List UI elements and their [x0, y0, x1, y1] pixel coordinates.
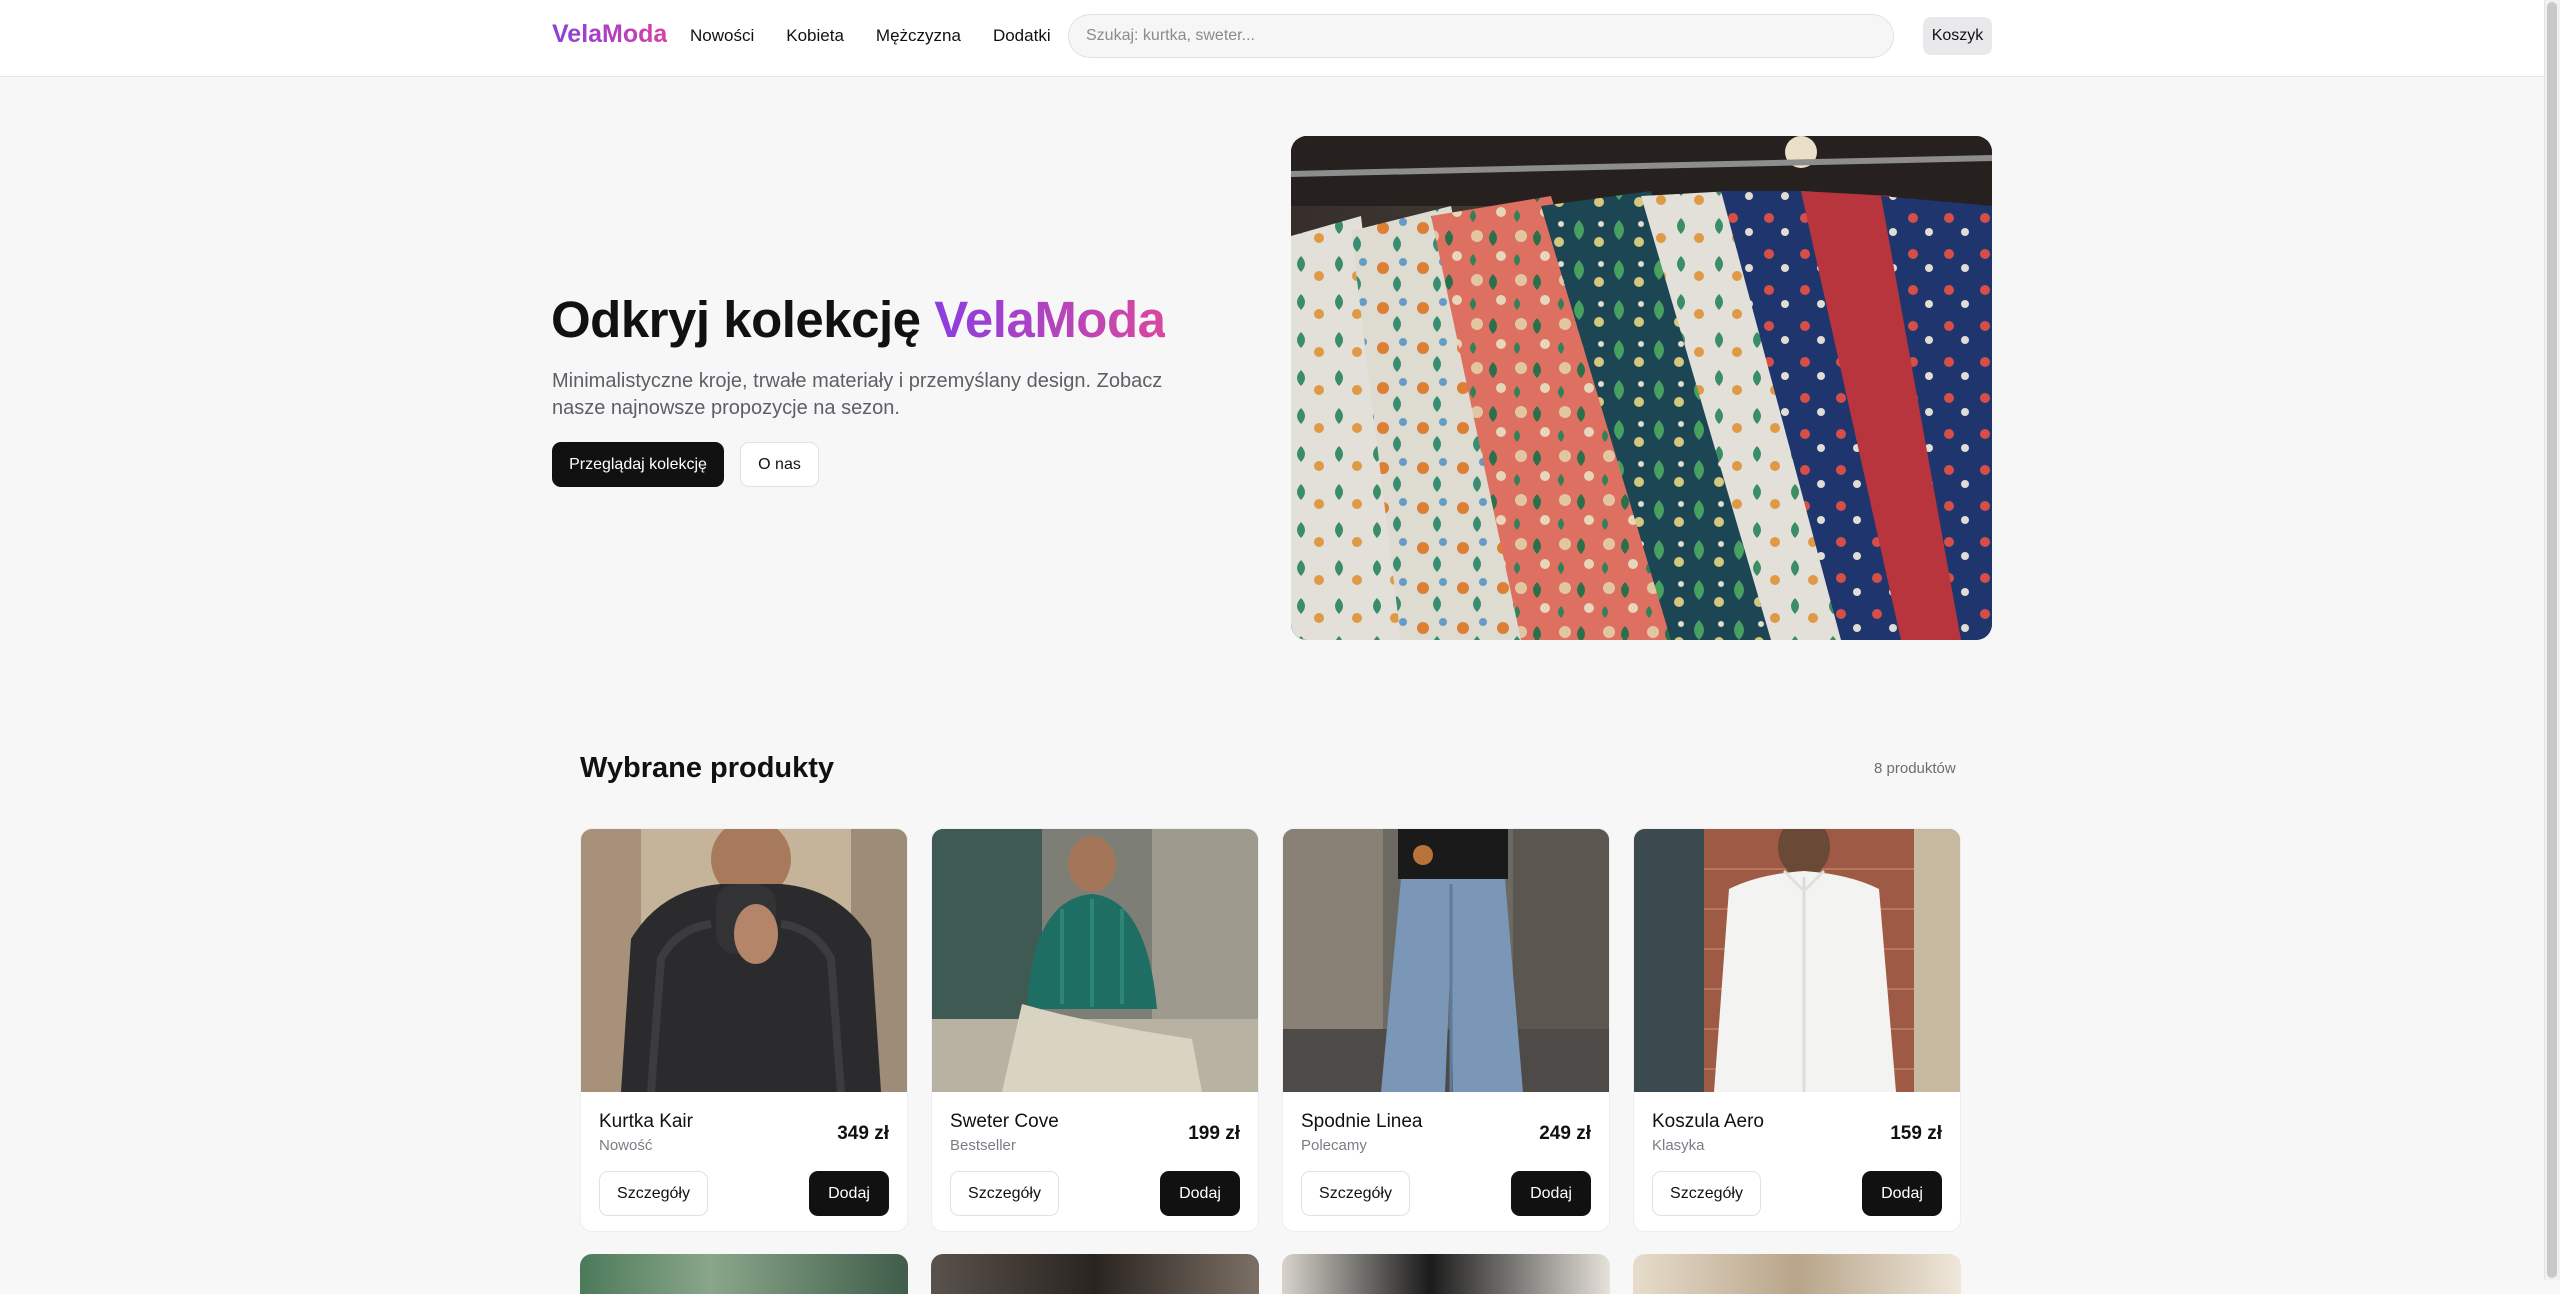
- add-to-cart-button[interactable]: Dodaj: [1511, 1171, 1591, 1216]
- product-card[interactable]: Spodnie Linea Polecamy 249 zł Szczegóły …: [1282, 828, 1610, 1232]
- product-tag: Bestseller: [950, 1137, 1016, 1154]
- scrollbar-thumb[interactable]: [2547, 2, 2557, 1278]
- section-title: Wybrane produkty: [580, 752, 835, 784]
- hero-title-prefix: Odkryj kolekcję: [551, 291, 935, 348]
- product-card[interactable]: Koszula Aero Klasyka 159 zł Szczegóły Do…: [1633, 828, 1961, 1232]
- details-button[interactable]: Szczegóły: [1301, 1171, 1410, 1216]
- product-card[interactable]: Kurtka Kair Nowość 349 zł Szczegóły Doda…: [580, 828, 908, 1232]
- browse-collection-button[interactable]: Przeglądaj kolekcję: [552, 442, 724, 487]
- product-price: 249 zł: [1539, 1123, 1591, 1144]
- product-tag: Klasyka: [1652, 1137, 1705, 1154]
- product-count: 8 produktów: [1874, 760, 1956, 777]
- product-tag: Polecamy: [1301, 1137, 1367, 1154]
- product-image-sweater[interactable]: [932, 829, 1258, 1092]
- product-card[interactable]: Sweter Cove Bestseller 199 zł Szczegóły …: [931, 828, 1259, 1232]
- product-image-jeans[interactable]: [1283, 829, 1609, 1092]
- main-nav: Nowości Kobieta Mężczyzna Dodatki: [690, 26, 1051, 46]
- cart-button[interactable]: Koszyk: [1923, 17, 1992, 55]
- details-button[interactable]: Szczegóły: [950, 1171, 1059, 1216]
- about-us-button[interactable]: O nas: [740, 442, 819, 487]
- nav-item-dodatki[interactable]: Dodatki: [993, 26, 1051, 46]
- add-to-cart-button[interactable]: Dodaj: [1160, 1171, 1240, 1216]
- product-name[interactable]: Kurtka Kair: [599, 1111, 693, 1133]
- details-button[interactable]: Szczegóły: [1652, 1171, 1761, 1216]
- page-scrollbar[interactable]: [2544, 0, 2560, 1280]
- product-image-jacket[interactable]: [581, 829, 907, 1093]
- hero-image-shirts-rack: [1291, 136, 1992, 640]
- product-price: 159 zł: [1890, 1123, 1942, 1144]
- nav-item-nowosci[interactable]: Nowości: [690, 26, 754, 46]
- details-button[interactable]: Szczegóły: [599, 1171, 708, 1216]
- brand-logo[interactable]: VelaModa: [552, 20, 667, 49]
- product-card-peek: [931, 1254, 1259, 1294]
- product-name[interactable]: Spodnie Linea: [1301, 1111, 1423, 1133]
- add-to-cart-button[interactable]: Dodaj: [1862, 1171, 1942, 1216]
- add-to-cart-button[interactable]: Dodaj: [809, 1171, 889, 1216]
- product-price: 199 zł: [1188, 1123, 1240, 1144]
- product-price: 349 zł: [837, 1123, 889, 1144]
- product-tag: Nowość: [599, 1137, 653, 1154]
- top-navigation-bar: VelaModa Nowości Kobieta Mężczyzna Dodat…: [0, 0, 2544, 77]
- hero-description: Minimalistyczne kroje, trwałe materiały …: [552, 370, 1163, 419]
- hero-title: Odkryj kolekcję VelaModa: [551, 290, 1166, 349]
- nav-item-kobieta[interactable]: Kobieta: [786, 26, 844, 46]
- product-name[interactable]: Koszula Aero: [1652, 1111, 1764, 1133]
- product-card-peek: [580, 1254, 908, 1294]
- product-image-shirt[interactable]: [1634, 829, 1960, 1092]
- product-card-peek: [1282, 1254, 1610, 1294]
- hero-title-brand: VelaModa: [934, 291, 1166, 348]
- product-card-peek: [1633, 1254, 1961, 1294]
- search-input[interactable]: [1068, 14, 1894, 58]
- product-name[interactable]: Sweter Cove: [950, 1111, 1059, 1133]
- nav-item-mezczyzna[interactable]: Mężczyzna: [876, 26, 961, 46]
